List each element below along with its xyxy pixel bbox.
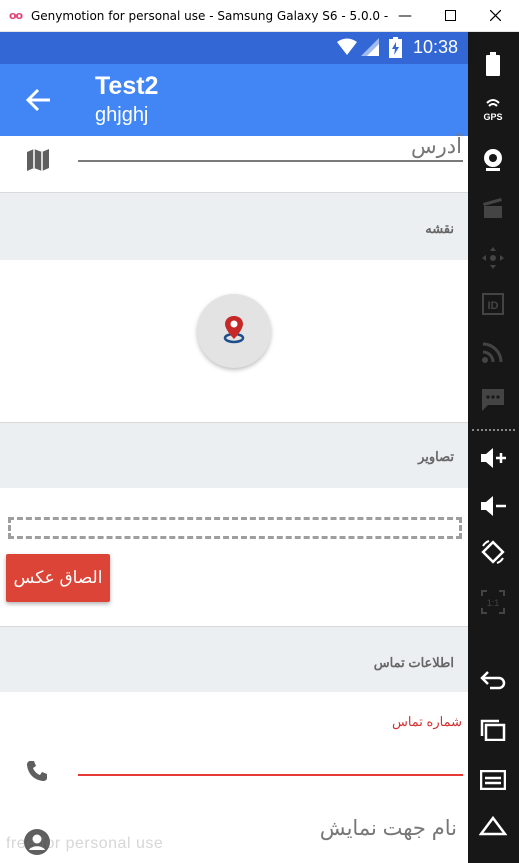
cast-icon[interactable] bbox=[479, 338, 507, 366]
address-field-row[interactable]: آدرس bbox=[0, 135, 468, 192]
toolbar-divider bbox=[472, 429, 515, 431]
attach-image-button[interactable]: الصاق عکس bbox=[6, 554, 110, 602]
status-bar: 10:38 bbox=[0, 32, 468, 64]
watermark-text: free for personal use bbox=[6, 835, 164, 852]
gps-icon[interactable]: GPS bbox=[479, 96, 507, 124]
location-pin-icon bbox=[223, 316, 245, 344]
phone-screen: 10:38 Test2 ghjghj آدرس نقشه تصاویر الصا… bbox=[0, 32, 468, 863]
rotate-icon[interactable] bbox=[479, 538, 507, 566]
volume-down-icon[interactable] bbox=[479, 492, 507, 520]
page-title: Test2 bbox=[95, 72, 159, 100]
battery-charging-icon bbox=[389, 37, 402, 58]
recent-apps-icon[interactable] bbox=[479, 716, 507, 744]
pixel-perfect-icon[interactable]: 1:1 bbox=[479, 588, 507, 616]
images-section-header: تصاویر bbox=[0, 422, 468, 488]
window-title: Genymotion for personal use - Samsung Ga… bbox=[31, 8, 391, 23]
home-icon[interactable] bbox=[479, 812, 507, 840]
contact-section-title: اطلاعات تماس bbox=[373, 655, 454, 670]
maximize-button[interactable] bbox=[430, 0, 470, 31]
id-icon[interactable]: ID bbox=[479, 290, 507, 318]
address-underline bbox=[78, 160, 463, 162]
image-drop-area[interactable] bbox=[8, 517, 462, 539]
svg-text:GPS: GPS bbox=[483, 112, 502, 122]
back-nav-icon[interactable] bbox=[479, 666, 507, 694]
map-section-title: نقشه bbox=[425, 221, 454, 236]
emulator-toolbar: GPS ID 1:1 bbox=[468, 32, 519, 863]
svg-text:ID: ID bbox=[488, 300, 499, 312]
phone-field-label: شماره تماس bbox=[391, 714, 462, 729]
phone-icon bbox=[27, 761, 47, 781]
genymotion-logo-icon: oo bbox=[9, 9, 23, 22]
close-button[interactable] bbox=[475, 0, 515, 31]
app-bar: Test2 ghjghj bbox=[0, 64, 468, 136]
map-icon bbox=[27, 149, 49, 171]
arrow-back-icon[interactable] bbox=[24, 86, 52, 114]
battery-icon[interactable] bbox=[479, 50, 507, 78]
display-name-placeholder: نام جهت نمایش bbox=[319, 817, 457, 840]
page-subtitle: ghjghj bbox=[95, 104, 149, 126]
address-placeholder: آدرس bbox=[411, 135, 462, 158]
window-titlebar: oo Genymotion for personal use - Samsung… bbox=[0, 0, 519, 32]
remote-control-icon[interactable] bbox=[479, 244, 507, 272]
wifi-icon bbox=[337, 38, 357, 55]
status-time: 10:38 bbox=[412, 37, 458, 57]
phone-input[interactable] bbox=[78, 774, 463, 776]
video-icon[interactable] bbox=[479, 194, 507, 222]
map-picker-button[interactable] bbox=[197, 294, 271, 368]
camera-icon[interactable] bbox=[479, 146, 507, 174]
maximize-icon bbox=[444, 10, 456, 21]
images-section-title: تصاویر bbox=[418, 449, 454, 464]
volume-up-icon[interactable] bbox=[479, 444, 507, 472]
map-section-header: نقشه bbox=[0, 192, 468, 260]
contact-section-header: اطلاعات تماس bbox=[0, 626, 468, 692]
close-icon bbox=[489, 10, 501, 21]
menu-icon[interactable] bbox=[479, 766, 507, 794]
sms-icon[interactable] bbox=[479, 386, 507, 414]
minimize-button[interactable]: — bbox=[385, 0, 425, 31]
signal-icon bbox=[361, 38, 379, 56]
svg-text:1:1: 1:1 bbox=[487, 598, 500, 608]
